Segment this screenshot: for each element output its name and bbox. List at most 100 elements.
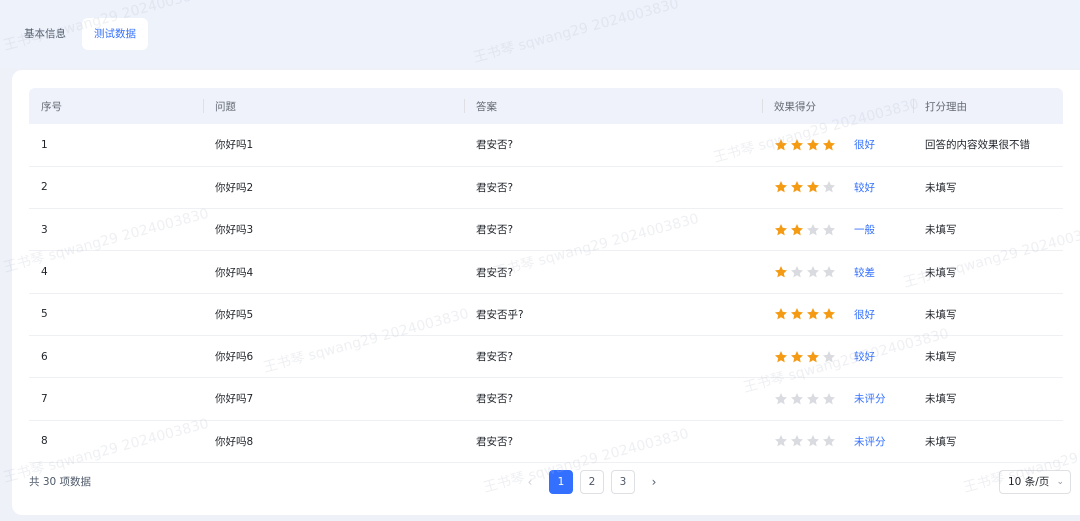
star-icon[interactable] [774, 307, 788, 321]
star-icon[interactable] [790, 138, 804, 152]
star-icon[interactable] [774, 223, 788, 237]
score-group: 未评分 [774, 391, 901, 406]
star-icon[interactable] [806, 307, 820, 321]
cell-answer: 君安否? [464, 377, 762, 421]
score-group: 很好 [774, 307, 901, 322]
score-label[interactable]: 未评分 [854, 434, 886, 449]
cell-answer: 君安否? [464, 208, 762, 252]
star-icon[interactable] [822, 350, 836, 364]
cell-question: 你好吗6 [203, 335, 464, 379]
star-icon[interactable] [822, 434, 836, 448]
star-icon[interactable] [806, 265, 820, 279]
prev-page-icon[interactable]: ‹ [518, 470, 542, 494]
star-rating[interactable] [774, 223, 854, 237]
table-row: 2 你好吗2 君安否? 较好 未填写 [29, 166, 1063, 210]
score-group: 较差 [774, 265, 901, 280]
score-label[interactable]: 很好 [854, 137, 875, 152]
star-icon[interactable] [822, 180, 836, 194]
star-icon[interactable] [822, 265, 836, 279]
score-group: 较好 [774, 349, 901, 364]
star-icon[interactable] [790, 265, 804, 279]
page-button-2[interactable]: 2 [580, 470, 604, 494]
column-header-reason: 打分理由 [913, 88, 1063, 124]
table-row: 7 你好吗7 君安否? 未评分 未填写 [29, 377, 1063, 421]
star-icon[interactable] [774, 138, 788, 152]
cell-question: 你好吗8 [203, 420, 464, 463]
pagination: ‹ 1 2 3 › [518, 470, 666, 494]
cell-question: 你好吗4 [203, 250, 464, 294]
cell-score: 一般 [762, 208, 913, 252]
cell-question: 你好吗5 [203, 293, 464, 336]
star-icon[interactable] [774, 350, 788, 364]
star-icon[interactable] [822, 307, 836, 321]
table-row: 4 你好吗4 君安否? 较差 未填写 [29, 250, 1063, 294]
score-label[interactable]: 一般 [854, 222, 875, 237]
star-icon[interactable] [806, 138, 820, 152]
column-header-score: 效果得分 [762, 88, 913, 124]
table-row: 3 你好吗3 君安否? 一般 未填写 [29, 208, 1063, 252]
page-size-value: 10 条/页 [1008, 476, 1050, 488]
star-rating[interactable] [774, 350, 854, 364]
cell-index: 8 [29, 420, 203, 463]
table-body: 1 你好吗1 君安否? 很好 回答的内容效果很不错 2 你好吗2 君安否? 较好 未填写 3 你好吗3… [29, 124, 1063, 463]
column-header-question: 问题 [203, 88, 464, 124]
column-header-answer: 答案 [464, 88, 762, 124]
page-button-3[interactable]: 3 [611, 470, 635, 494]
score-label[interactable]: 较差 [854, 265, 875, 280]
cell-score: 较差 [762, 250, 913, 294]
cell-score: 未评分 [762, 420, 913, 463]
cell-reason: 未填写 [913, 335, 1063, 379]
star-icon[interactable] [790, 350, 804, 364]
star-icon[interactable] [806, 350, 820, 364]
star-icon[interactable] [806, 180, 820, 194]
star-icon[interactable] [774, 392, 788, 406]
tab-test-data[interactable]: 测试数据 [82, 18, 148, 50]
next-page-icon[interactable]: › [642, 470, 666, 494]
cell-reason: 未填写 [913, 293, 1063, 336]
score-group: 较好 [774, 180, 901, 195]
score-label[interactable]: 未评分 [854, 391, 886, 406]
star-rating[interactable] [774, 265, 854, 279]
page-size-select[interactable]: 10 条/页 ⌄ [999, 470, 1071, 494]
star-icon[interactable] [790, 434, 804, 448]
score-group: 一般 [774, 222, 901, 237]
score-group: 很好 [774, 137, 901, 152]
star-icon[interactable] [790, 392, 804, 406]
star-icon[interactable] [774, 180, 788, 194]
score-label[interactable]: 较好 [854, 180, 875, 195]
star-rating[interactable] [774, 392, 854, 406]
page-button-1[interactable]: 1 [549, 470, 573, 494]
star-icon[interactable] [822, 223, 836, 237]
star-icon[interactable] [790, 307, 804, 321]
star-icon[interactable] [822, 392, 836, 406]
star-icon[interactable] [790, 180, 804, 194]
star-icon[interactable] [822, 138, 836, 152]
cell-score: 较好 [762, 335, 913, 379]
cell-score: 未评分 [762, 377, 913, 421]
score-label[interactable]: 很好 [854, 307, 875, 322]
star-rating[interactable] [774, 434, 854, 448]
cell-score: 很好 [762, 124, 913, 167]
star-rating[interactable] [774, 138, 854, 152]
star-icon[interactable] [806, 434, 820, 448]
cell-index: 3 [29, 208, 203, 252]
cell-question: 你好吗3 [203, 208, 464, 252]
cell-index: 4 [29, 250, 203, 294]
cell-answer: 君安否? [464, 420, 762, 463]
chevron-down-icon: ⌄ [1056, 477, 1064, 487]
cell-index: 6 [29, 335, 203, 379]
star-rating[interactable] [774, 307, 854, 321]
star-icon[interactable] [806, 392, 820, 406]
cell-score: 很好 [762, 293, 913, 336]
tab-bar: 基本信息 测试数据 [12, 18, 148, 50]
tab-basic-info[interactable]: 基本信息 [12, 18, 78, 50]
data-table: 序号 问题 答案 效果得分 打分理由 1 你好吗1 君安否? 很好 回答的内容效果很不错… [29, 88, 1063, 463]
cell-index: 2 [29, 166, 203, 210]
star-icon[interactable] [806, 223, 820, 237]
star-icon[interactable] [774, 265, 788, 279]
star-icon[interactable] [790, 223, 804, 237]
score-label[interactable]: 较好 [854, 349, 875, 364]
star-rating[interactable] [774, 180, 854, 194]
cell-reason: 未填写 [913, 420, 1063, 463]
star-icon[interactable] [774, 434, 788, 448]
